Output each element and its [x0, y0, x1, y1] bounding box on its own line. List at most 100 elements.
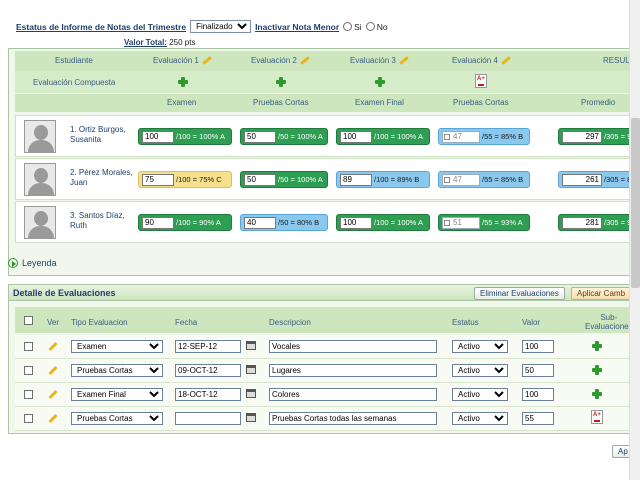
add-subevaluation-icon[interactable] [592, 341, 602, 351]
score-input[interactable] [142, 130, 174, 143]
add-composite-icon[interactable] [178, 77, 188, 87]
legend-toggle[interactable]: Leyenda [8, 258, 57, 268]
scrollbar-thumb[interactable] [631, 118, 640, 288]
score-cell: /100 = 90% A [138, 214, 232, 231]
score-cell: /50 = 100% A [240, 171, 328, 188]
row-checkbox[interactable] [24, 366, 33, 375]
col-tipo: Tipo Evaluacion [71, 318, 128, 327]
descripcion-input[interactable] [269, 364, 437, 377]
col-eval-4[interactable]: Evaluación 4 [452, 56, 511, 66]
status-select[interactable]: Finalizado [190, 20, 252, 33]
tipo-select[interactable]: Examen Final [71, 388, 163, 401]
subheader-final: Examen Final [355, 98, 404, 107]
evaluation-row: Examen Final Activo [15, 383, 640, 407]
calendar-icon[interactable] [246, 341, 256, 350]
average-cell: /305 = 97% [558, 128, 640, 145]
score-input[interactable] [244, 130, 276, 143]
row-checkbox[interactable] [24, 414, 33, 423]
calendar-icon[interactable] [246, 413, 256, 422]
tipo-select[interactable]: Pruebas Cortas [71, 412, 163, 425]
lock-icon [444, 176, 450, 183]
col-estatus: Estatus [452, 318, 479, 327]
col-eval-2[interactable]: Evaluación 2 [251, 56, 310, 66]
descripcion-input[interactable] [269, 412, 437, 425]
score-input[interactable] [244, 216, 276, 229]
detail-header: Ver Tipo Evaluacion Fecha Descripcion Es… [15, 307, 640, 333]
add-subevaluation-icon[interactable] [592, 365, 602, 375]
add-composite-icon[interactable] [375, 77, 385, 87]
score-readonly: 47 [442, 130, 480, 143]
total-value: Valor Total: 250 pts [124, 38, 196, 47]
estatus-select[interactable]: Activo [452, 412, 508, 425]
score-cell: /100 = 100% A [336, 214, 430, 231]
valor-input[interactable] [522, 340, 554, 353]
average-input[interactable] [562, 216, 602, 229]
estatus-select[interactable]: Activo [452, 364, 508, 377]
col-descripcion: Descripcion [269, 318, 311, 327]
student-name: 1. Ortiz Burgos, Susanita [70, 125, 126, 144]
fecha-input[interactable] [175, 412, 241, 425]
student-row: 3. Santos Díaz, Ruth /100 = 90% A /50 = … [15, 201, 640, 243]
estatus-select[interactable]: Activo [452, 340, 508, 353]
edit-pencil-icon[interactable] [48, 389, 58, 400]
valor-input[interactable] [522, 364, 554, 377]
average-input[interactable] [562, 173, 602, 186]
subheader-promedio: Promedio [581, 98, 616, 107]
col-eval-3[interactable]: Evaluación 3 [350, 56, 409, 66]
select-all-checkbox[interactable] [24, 316, 33, 325]
row-checkbox[interactable] [24, 342, 33, 351]
score-input[interactable] [142, 216, 174, 229]
fecha-input[interactable] [175, 388, 241, 401]
calendar-icon[interactable] [246, 389, 256, 398]
add-composite-icon[interactable] [276, 77, 286, 87]
inactivar-label: Inactivar Nota Menor [255, 21, 340, 32]
vertical-scrollbar[interactable] [629, 0, 640, 480]
calendar-icon[interactable] [246, 365, 256, 374]
descripcion-input[interactable] [269, 340, 437, 353]
delete-evaluations-button[interactable]: Eliminar Evaluaciones [474, 287, 565, 300]
score-input[interactable] [244, 173, 276, 186]
fecha-input[interactable] [175, 364, 241, 377]
expand-arrow-icon[interactable] [8, 258, 18, 268]
fecha-input[interactable] [175, 340, 241, 353]
valor-input[interactable] [522, 412, 554, 425]
score-input[interactable] [340, 173, 372, 186]
student-row: 2. Pérez Morales, Juan /100 = 75% C /50 … [15, 158, 640, 200]
col-eval-1[interactable]: Evaluación 1 [153, 56, 212, 66]
apply-changes-button[interactable]: Aplicar Camb [571, 287, 632, 300]
avatar [24, 163, 56, 196]
edit-pencil-icon[interactable] [48, 341, 58, 352]
detail-title: Detalle de Evaluaciones [13, 288, 116, 298]
composite-label: Evaluación Compuesta [33, 78, 116, 87]
option-no[interactable]: No [365, 22, 388, 32]
estatus-select[interactable]: Activo [452, 388, 508, 401]
row-checkbox[interactable] [24, 390, 33, 399]
tipo-select[interactable]: Examen [71, 340, 163, 353]
option-si[interactable]: Si [343, 22, 362, 32]
edit-pencil-icon[interactable] [48, 365, 58, 376]
col-student: Estudiante [55, 56, 93, 65]
col-ver: Ver [47, 318, 60, 327]
evaluation-row: Examen Activo [15, 335, 640, 359]
radio-no[interactable] [365, 22, 375, 31]
subheader-row: Examen Pruebas Cortas Examen Final Prueb… [15, 94, 640, 112]
subheader-pruebas: Pruebas Cortas [253, 98, 309, 107]
status-label: Estatus de Informe de Notas del Trimestr… [16, 21, 187, 32]
student-name: 3. Santos Díaz, Ruth [70, 211, 125, 230]
detail-titlebar: Detalle de Evaluaciones Eliminar Evaluac… [9, 285, 640, 301]
valor-input[interactable] [522, 388, 554, 401]
edit-pencil-icon [501, 56, 511, 66]
avatar [24, 120, 56, 153]
score-input[interactable] [340, 130, 372, 143]
descripcion-input[interactable] [269, 388, 437, 401]
average-input[interactable] [562, 130, 602, 143]
score-cell: /100 = 100% A [138, 128, 232, 145]
radio-si[interactable] [343, 22, 353, 31]
score-input[interactable] [340, 216, 372, 229]
edit-pencil-icon[interactable] [48, 413, 58, 424]
subevaluation-doc-icon[interactable] [591, 410, 603, 424]
add-subevaluation-icon[interactable] [592, 389, 602, 399]
tipo-select[interactable]: Pruebas Cortas [71, 364, 163, 377]
composite-doc-icon[interactable] [475, 74, 487, 88]
score-input[interactable] [142, 173, 174, 186]
